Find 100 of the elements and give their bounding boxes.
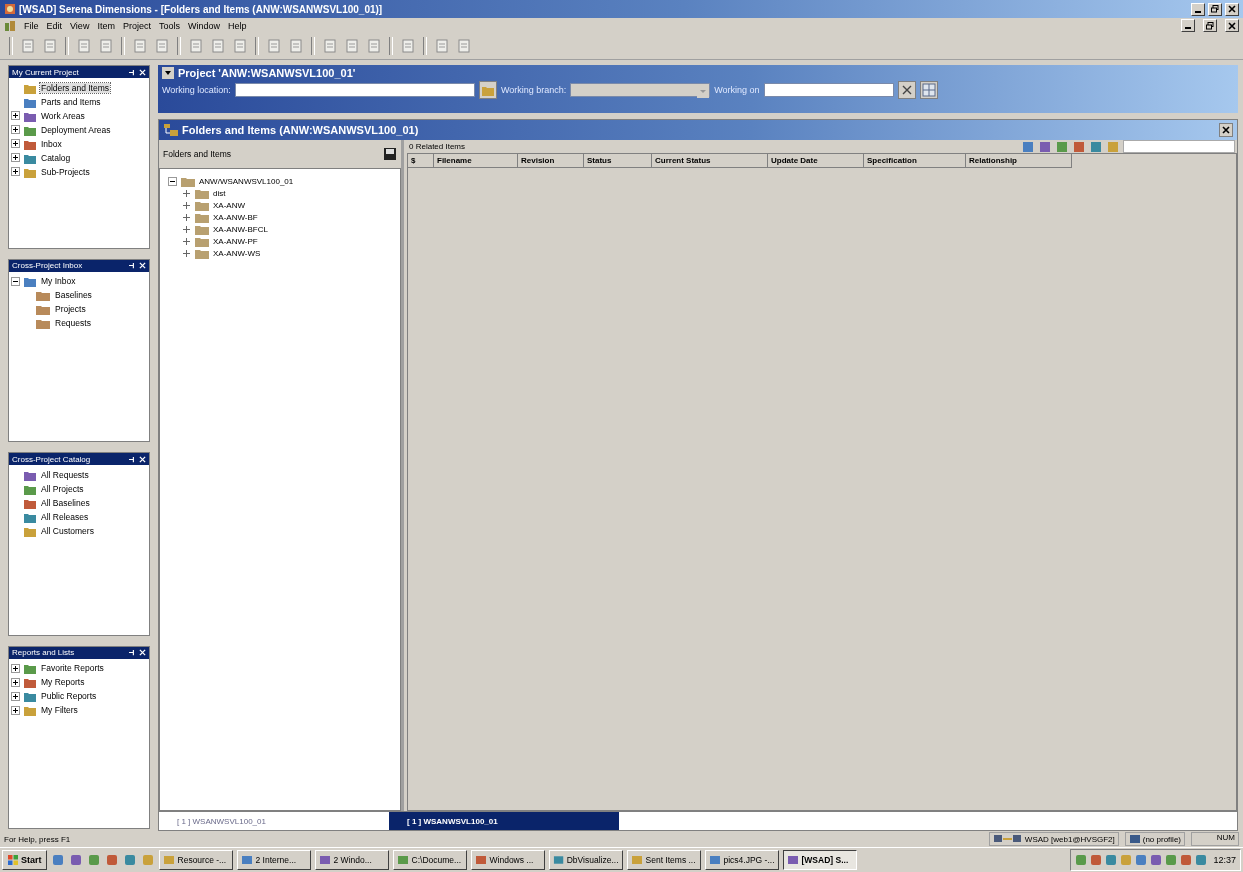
pin-icon[interactable] bbox=[129, 68, 136, 76]
tree-item[interactable]: Deployment Areas bbox=[40, 124, 112, 135]
toolbar-icon[interactable] bbox=[1072, 139, 1086, 154]
tray-icon[interactable] bbox=[1105, 854, 1118, 866]
tree-item[interactable]: All Projects bbox=[40, 483, 85, 494]
expand-icon[interactable] bbox=[11, 125, 20, 134]
select-button[interactable] bbox=[919, 81, 938, 99]
tree-item[interactable]: All Baselines bbox=[40, 497, 91, 508]
tree-item[interactable]: XA-ANW bbox=[213, 200, 245, 210]
toolbar-icon[interactable] bbox=[1089, 139, 1103, 154]
menu-item[interactable]: View bbox=[70, 20, 90, 31]
start-button[interactable]: Start bbox=[2, 850, 47, 870]
collapse-icon[interactable] bbox=[168, 176, 177, 186]
taskbar-button[interactable]: Windows ... bbox=[470, 850, 545, 870]
taskbar-button[interactable]: 2 Interne... bbox=[236, 850, 311, 870]
pin-icon[interactable] bbox=[129, 649, 136, 656]
quick-launch-icon[interactable] bbox=[50, 853, 65, 867]
tree-item[interactable]: Baselines bbox=[54, 290, 93, 300]
tree-item[interactable]: Projects bbox=[54, 304, 87, 314]
tree-item[interactable]: XA-ANW-WS bbox=[213, 248, 261, 258]
tray-icon[interactable] bbox=[1180, 854, 1193, 866]
taskbar-button[interactable]: [WSAD] S... bbox=[782, 850, 857, 870]
expand-icon[interactable] bbox=[11, 705, 20, 715]
tree-item[interactable]: XA-ANW-BFCL bbox=[213, 224, 268, 234]
taskbar-button[interactable]: 2 Windo... bbox=[314, 850, 389, 870]
quick-launch-icon[interactable] bbox=[86, 853, 101, 867]
tree-item[interactable]: XA-ANW-PF bbox=[213, 236, 258, 246]
tree-item[interactable]: Work Areas bbox=[40, 110, 86, 121]
expand-icon[interactable] bbox=[11, 677, 20, 687]
toolbar-icon[interactable] bbox=[1106, 139, 1120, 154]
menu-item[interactable]: Tools bbox=[158, 20, 180, 31]
tree-item[interactable]: XA-ANW-BF bbox=[213, 212, 258, 222]
pin-icon[interactable] bbox=[129, 262, 136, 269]
tray-icon[interactable] bbox=[1135, 854, 1148, 866]
restore-button[interactable] bbox=[1208, 2, 1222, 16]
tray-icon[interactable] bbox=[1090, 854, 1103, 866]
menu-item[interactable]: Project bbox=[122, 20, 151, 31]
collapse-icon[interactable] bbox=[11, 276, 20, 286]
expand-icon[interactable] bbox=[11, 663, 20, 673]
tree-item[interactable]: Public Reports bbox=[40, 691, 98, 701]
pin-icon[interactable] bbox=[129, 455, 136, 463]
expand-icon[interactable] bbox=[11, 167, 20, 176]
taskbar-button[interactable]: Resource -... bbox=[158, 850, 233, 870]
tree-item[interactable]: My Inbox bbox=[40, 276, 77, 286]
column-header[interactable]: Revision bbox=[518, 154, 584, 168]
toolbar-icon[interactable] bbox=[1021, 139, 1035, 154]
expand-icon[interactable] bbox=[11, 153, 20, 162]
menu-item[interactable]: Help bbox=[227, 20, 247, 31]
taskbar-button[interactable]: C:\Docume... bbox=[392, 850, 467, 870]
minimize-button[interactable] bbox=[1181, 19, 1195, 32]
column-header[interactable]: Specification bbox=[864, 154, 966, 168]
toolbar-icon[interactable] bbox=[1055, 139, 1069, 154]
toolbar-icon[interactable] bbox=[1038, 139, 1052, 154]
tray-icon[interactable] bbox=[1150, 854, 1163, 866]
tree-item[interactable]: All Requests bbox=[40, 469, 90, 480]
working-location-field[interactable] bbox=[234, 83, 475, 97]
tray-icon[interactable] bbox=[1075, 854, 1088, 866]
tree-item[interactable]: Parts and Items bbox=[40, 96, 102, 107]
taskbar-button[interactable]: Sent Items ... bbox=[626, 850, 701, 870]
collapse-icon[interactable] bbox=[162, 67, 174, 79]
tray-icon[interactable] bbox=[1165, 854, 1178, 866]
minimize-button[interactable] bbox=[1191, 2, 1205, 16]
document-tab[interactable]: [ 1 ] WSANWSVL100_01 bbox=[389, 812, 619, 830]
browse-button[interactable] bbox=[478, 81, 497, 99]
column-header[interactable]: Update Date bbox=[768, 154, 864, 168]
column-header[interactable]: $ bbox=[408, 154, 434, 168]
taskbar-button[interactable]: pics4.JPG -... bbox=[704, 850, 779, 870]
tree-item[interactable]: Catalog bbox=[40, 152, 72, 163]
close-button[interactable] bbox=[1219, 123, 1233, 137]
tree-item[interactable]: Requests bbox=[54, 318, 92, 328]
column-header[interactable]: Filename bbox=[434, 154, 518, 168]
close-icon[interactable] bbox=[139, 649, 146, 656]
tree-item[interactable]: Folders and Items bbox=[40, 82, 111, 93]
column-header[interactable]: Current Status bbox=[652, 154, 768, 168]
search-field[interactable] bbox=[1123, 140, 1235, 153]
working-on-field[interactable] bbox=[763, 83, 894, 97]
tree-item[interactable]: My Reports bbox=[40, 677, 86, 687]
taskbar-button[interactable]: DbVisualize... bbox=[548, 850, 623, 870]
tree-item[interactable]: Inbox bbox=[40, 138, 63, 149]
close-icon[interactable] bbox=[139, 68, 146, 76]
tree-item[interactable]: My Filters bbox=[40, 705, 79, 715]
tree-item[interactable]: ANW/WSANWSVL100_01 bbox=[199, 176, 294, 186]
clear-button[interactable] bbox=[897, 81, 916, 99]
tree-item[interactable]: Favorite Reports bbox=[40, 663, 105, 673]
restore-button[interactable] bbox=[1203, 19, 1217, 32]
column-header[interactable]: Relationship bbox=[966, 154, 1072, 168]
tree-item[interactable]: All Customers bbox=[40, 525, 95, 536]
column-header[interactable]: Status bbox=[584, 154, 652, 168]
save-icon[interactable] bbox=[383, 147, 397, 161]
expand-icon[interactable] bbox=[11, 691, 20, 701]
menu-item[interactable]: Item bbox=[97, 20, 115, 31]
expand-icon[interactable] bbox=[11, 139, 20, 148]
quick-launch-icon[interactable] bbox=[122, 853, 137, 867]
tree-item[interactable]: dist bbox=[213, 188, 226, 198]
quick-launch-icon[interactable] bbox=[104, 853, 119, 867]
close-icon[interactable] bbox=[139, 262, 146, 269]
expand-icon[interactable] bbox=[11, 111, 20, 120]
close-icon[interactable] bbox=[139, 455, 146, 463]
menu-item[interactable]: Window bbox=[187, 20, 220, 31]
tree-item[interactable]: All Releases bbox=[40, 511, 90, 522]
